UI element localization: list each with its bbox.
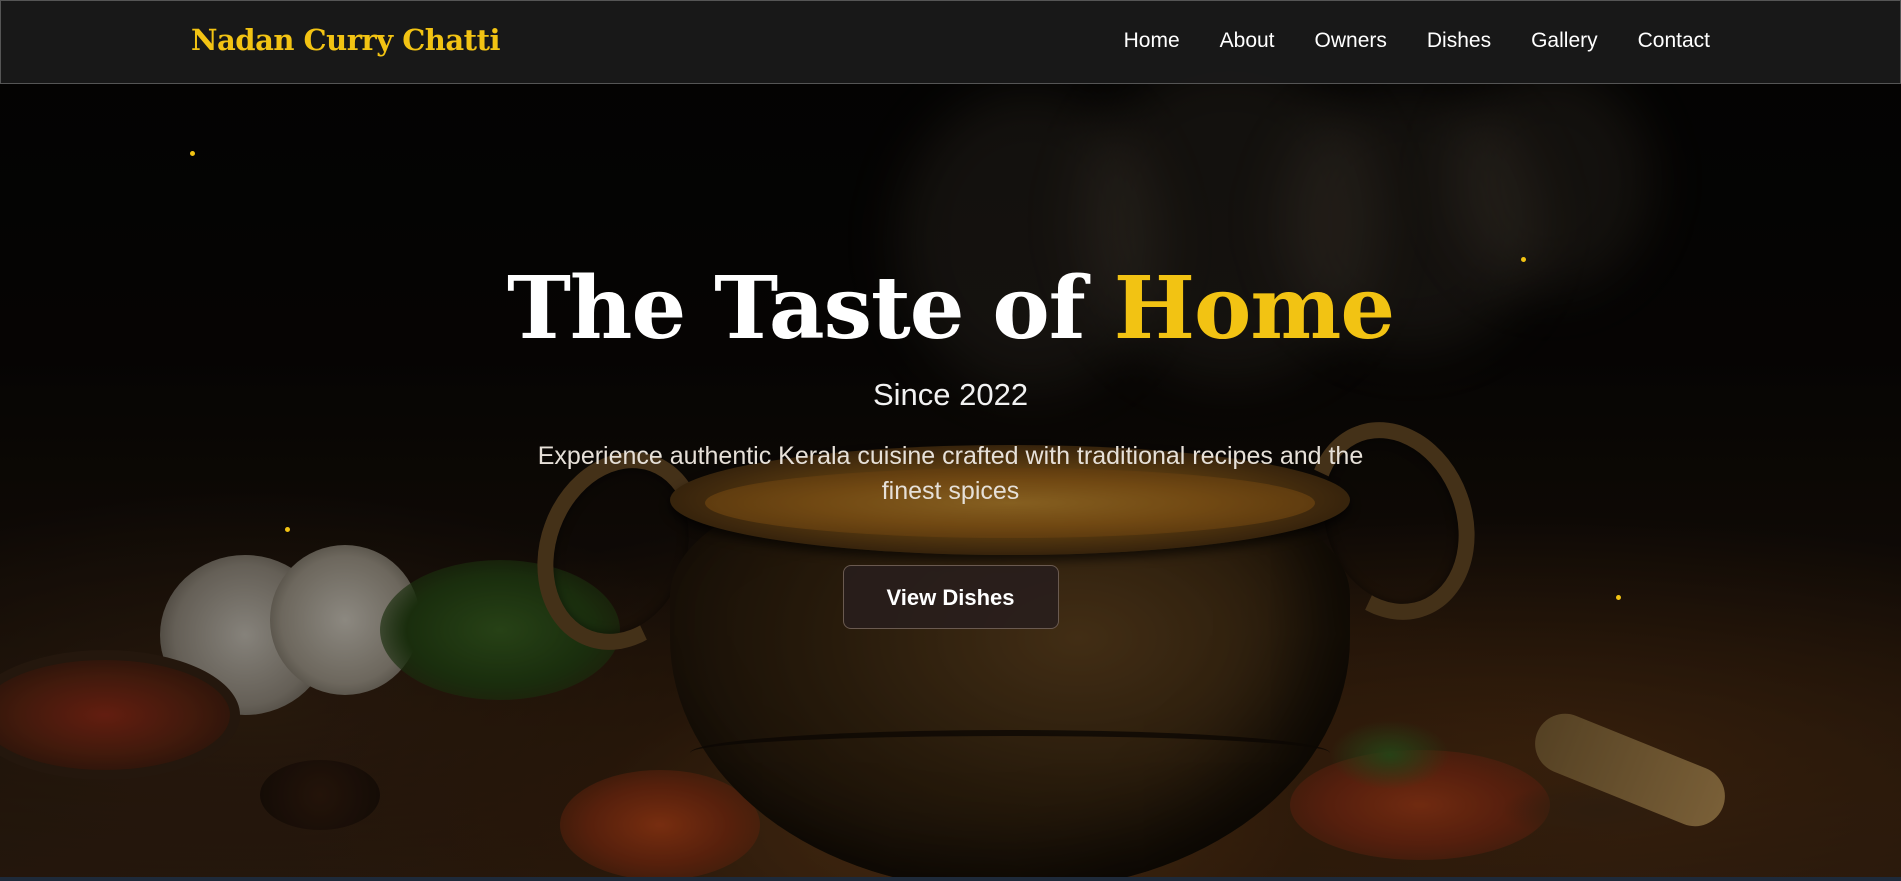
hero-since: Since 2022 (872, 377, 1029, 412)
brand-logo[interactable]: Nadan Curry Chatti (191, 23, 500, 57)
hero-content: The Taste of Home Since 2022 Experience … (0, 255, 1901, 629)
nav-gallery[interactable]: Gallery (1531, 29, 1598, 53)
nav-dishes[interactable]: Dishes (1427, 29, 1491, 53)
navbar: Nadan Curry Chatti Home About Owners Dis… (0, 0, 1901, 84)
hero-title: The Taste of Home (0, 255, 1901, 363)
nav-owners[interactable]: Owners (1315, 29, 1387, 53)
sparkle-dot (190, 151, 195, 156)
hero-tagline: Experience authentic Kerala cuisine craf… (537, 442, 1364, 505)
bottom-edge (0, 877, 1901, 881)
hero-title-accent: Home (1113, 258, 1395, 359)
nav-contact[interactable]: Contact (1638, 29, 1710, 53)
hero-title-main: The Taste of (506, 258, 1114, 359)
nav-links: Home About Owners Dishes Gallery Contact (1124, 29, 1710, 53)
nav-about[interactable]: About (1220, 29, 1275, 53)
nav-home[interactable]: Home (1124, 29, 1180, 53)
hero-section: The Taste of Home Since 2022 Experience … (0, 0, 1901, 881)
view-dishes-button[interactable]: View Dishes (842, 565, 1059, 629)
